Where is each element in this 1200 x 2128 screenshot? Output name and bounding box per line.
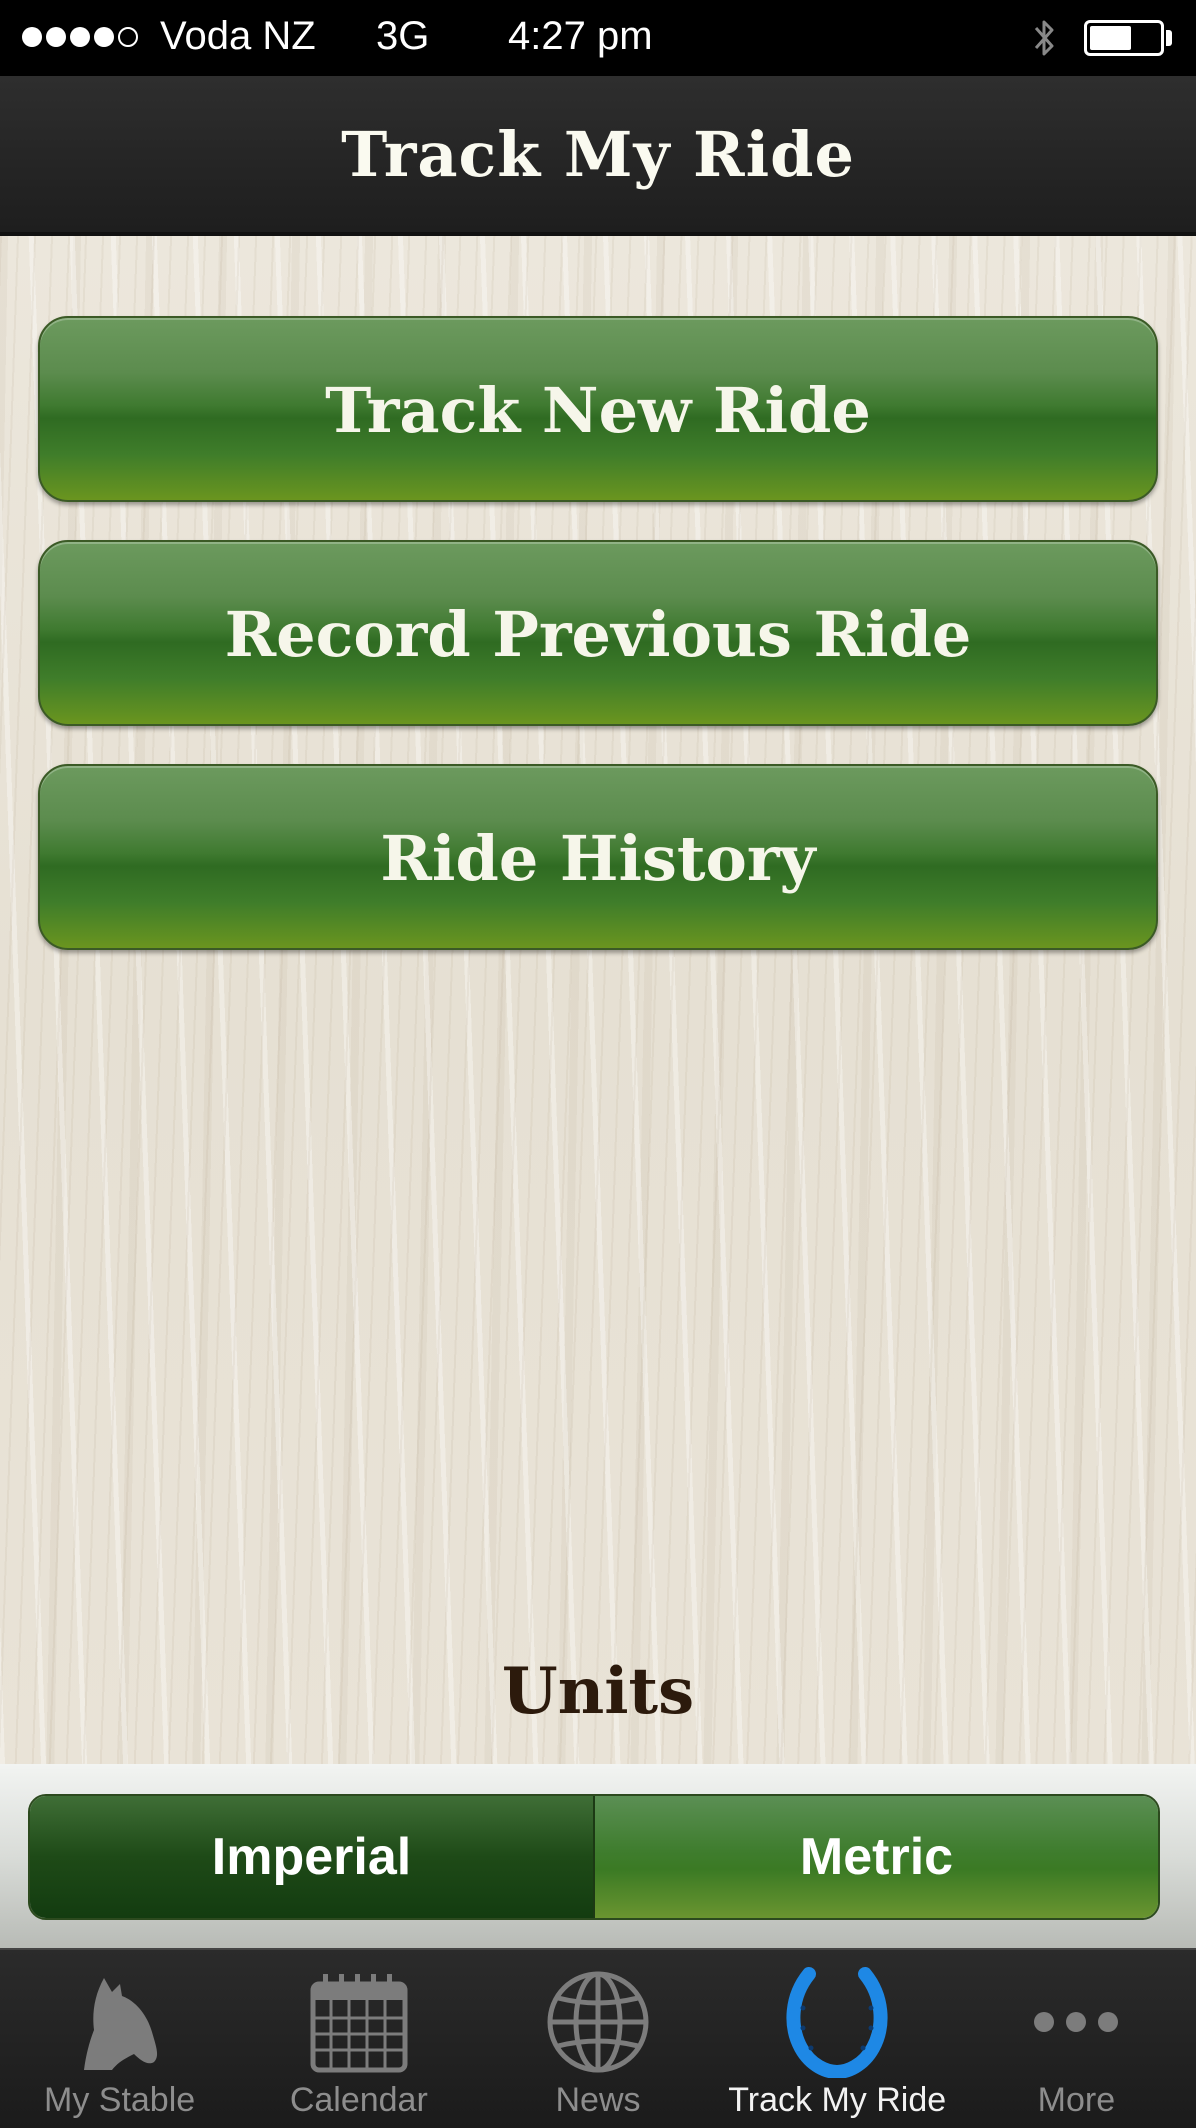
- more-dots-icon: [1034, 2012, 1119, 2032]
- navigation-bar: Track My Ride: [0, 76, 1196, 236]
- tab-label-news: News: [555, 2081, 641, 2119]
- tab-calendar[interactable]: Calendar: [239, 1950, 478, 2128]
- units-segmented-control: Imperial Metric: [28, 1794, 1160, 1920]
- tab-bar: My Stable Calendar News Track My Ride Mo…: [0, 1948, 1196, 2128]
- network-type: 3G: [376, 14, 430, 58]
- battery-tip: [1166, 30, 1172, 46]
- units-segment-bar: Imperial Metric: [0, 1764, 1196, 1948]
- segment-metric[interactable]: Metric: [595, 1796, 1158, 1918]
- carrier-name: Voda NZ: [160, 14, 316, 58]
- ride-history-button[interactable]: Ride History: [38, 764, 1158, 950]
- tab-label-more: More: [1037, 2081, 1116, 2119]
- status-time: 4:27 pm: [508, 14, 653, 58]
- tab-label-my-stable: My Stable: [44, 2081, 196, 2119]
- record-previous-ride-button[interactable]: Record Previous Ride: [38, 540, 1158, 726]
- units-label: Units: [501, 1654, 695, 1729]
- segment-imperial[interactable]: Imperial: [30, 1796, 595, 1918]
- status-bar: Voda NZ 3G 4:27 pm: [0, 0, 1196, 76]
- horse-head-icon: [83, 1978, 157, 2070]
- battery-icon: [1084, 20, 1164, 56]
- bluetooth-icon: [1034, 20, 1054, 56]
- tab-news[interactable]: News: [478, 1950, 717, 2128]
- calendar-icon: [310, 1974, 408, 2073]
- tab-more[interactable]: More: [957, 1950, 1196, 2128]
- phone-screen: Voda NZ 3G 4:27 pm Track My Ride Track N…: [0, 0, 1196, 2128]
- page-title: Track My Ride: [341, 118, 855, 191]
- tab-label-calendar: Calendar: [289, 2081, 428, 2119]
- track-new-ride-button[interactable]: Track New Ride: [38, 316, 1158, 502]
- globe-icon: [547, 1971, 649, 2073]
- tab-label-track-my-ride: Track My Ride: [728, 2081, 947, 2119]
- horseshoe-icon: [786, 1967, 888, 2078]
- tab-track-my-ride[interactable]: Track My Ride: [718, 1950, 957, 2128]
- tab-my-stable[interactable]: My Stable: [0, 1950, 239, 2128]
- signal-strength-icon: [22, 27, 138, 47]
